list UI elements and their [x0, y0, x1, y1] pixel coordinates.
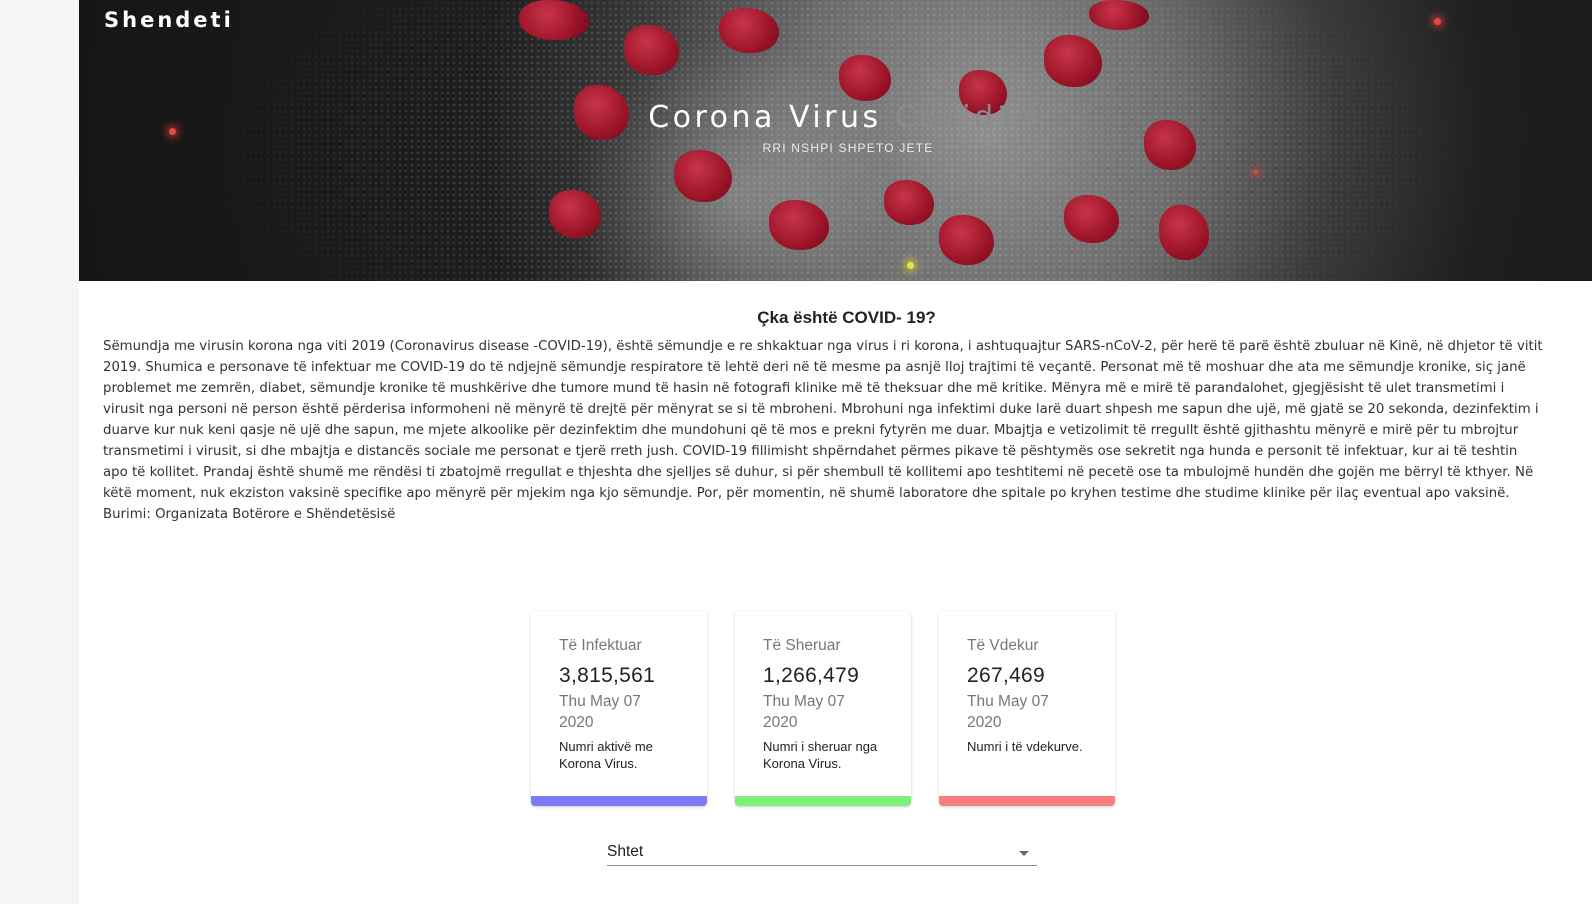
card-value: 1,266,479	[763, 664, 860, 687]
section-text: Sëmundja me virusin korona nga viti 2019…	[103, 339, 1543, 522]
card-date: Thu May 07 2020	[763, 693, 845, 731]
card-label: Të Infektuar	[559, 637, 642, 654]
hero-title-dim: Covid19	[894, 100, 1042, 135]
chevron-down-icon[interactable]	[1019, 851, 1029, 856]
country-select-value: Shtet	[607, 843, 644, 860]
particle	[1254, 170, 1258, 174]
stat-card-infected: Të Infektuar 3,815,561 Thu May 07 2020 N…	[531, 611, 707, 806]
brand-logo[interactable]: Shendeti	[104, 8, 234, 32]
virus-spike	[1089, 0, 1149, 30]
left-gutter	[0, 0, 79, 904]
stat-card-recovered: Të Sheruar 1,266,479 Thu May 07 2020 Num…	[735, 611, 911, 806]
hero-banner: Shendeti Corona Virus Covid19 RRI NSHPI …	[79, 0, 1592, 281]
hero-title: Corona Virus Covid19	[79, 100, 1592, 135]
card-label: Të Vdekur	[967, 637, 1039, 654]
card-label: Të Sheruar	[763, 637, 841, 654]
country-select[interactable]: Shtet	[607, 840, 1037, 866]
card-description: Numri aktivë me Korona Virus.	[559, 739, 653, 771]
hero-subtitle: RRI NSHPI SHPETO JETE	[762, 141, 934, 155]
card-description: Numri i të vdekurve.	[967, 739, 1083, 754]
card-color-bar	[531, 796, 707, 806]
hero-title-main: Corona Virus	[648, 100, 882, 135]
section-title: Çka është COVID- 19?	[757, 308, 936, 327]
card-color-bar	[735, 796, 911, 806]
stat-card-deaths: Të Vdekur 267,469 Thu May 07 2020 Numri …	[939, 611, 1115, 806]
particle	[1434, 18, 1441, 25]
main-content: Shendeti Corona Virus Covid19 RRI NSHPI …	[79, 0, 1592, 904]
card-color-bar	[939, 796, 1115, 806]
card-value: 267,469	[967, 664, 1046, 687]
card-date: Thu May 07 2020	[967, 693, 1049, 731]
virus-spike	[519, 0, 589, 40]
card-value: 3,815,561	[559, 664, 656, 687]
particle	[907, 262, 914, 269]
card-date: Thu May 07 2020	[559, 693, 641, 731]
card-description: Numri i sheruar nga Korona Virus.	[763, 739, 878, 771]
